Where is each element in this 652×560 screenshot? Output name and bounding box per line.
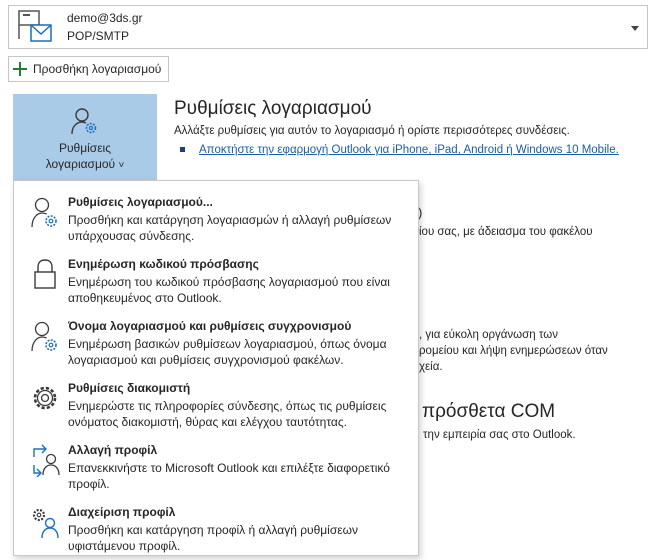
person-gear-icon bbox=[31, 197, 57, 228]
menu-item-desc: Επανεκκινήστε το Microsoft Outlook και ε… bbox=[68, 461, 390, 491]
mobile-app-link[interactable]: Αποκτήστε την εφαρμογή Outlook για iPhon… bbox=[199, 144, 619, 156]
account-type: POP/SMTP bbox=[67, 29, 130, 43]
plus-icon bbox=[13, 62, 27, 76]
menu-item-desc: Ενημέρωση του κωδικού πρόσβασης λογαριασ… bbox=[68, 275, 390, 305]
email-account-icon bbox=[17, 9, 53, 45]
bg-text-3: , για εύκολη οργάνωση των bbox=[419, 329, 558, 341]
section-title: Ρυθμίσεις λογαριασμού bbox=[174, 98, 372, 119]
gear-icon bbox=[33, 386, 57, 410]
add-account-label: Προσθήκη λογαριασμού bbox=[33, 62, 162, 76]
menu-item-title: Ρυθμίσεις διακομιστή bbox=[68, 381, 191, 395]
account-settings-line2: λογαριασμού bbox=[45, 157, 116, 171]
menu-item-desc: Προσθήκη και κατάργηση λογαριασμών ή αλλ… bbox=[68, 213, 392, 243]
manage-profile-icon bbox=[32, 508, 59, 539]
menu-item-change-profile[interactable]: Αλλαγή προφίλ Επανεκκινήστε το Microsoft… bbox=[14, 433, 418, 495]
account-settings-button[interactable]: Ρυθμίσεις λογαριασμού ˅ bbox=[13, 94, 157, 180]
lock-icon bbox=[34, 259, 56, 289]
person-gear-icon bbox=[31, 321, 57, 352]
chevron-down-icon[interactable] bbox=[631, 26, 639, 31]
bg-heading-com: πρόσθετα COM bbox=[422, 401, 556, 422]
menu-item-account-settings[interactable]: Ρυθμίσεις λογαριασμού... Προσθήκη και κα… bbox=[14, 185, 418, 247]
add-account-button[interactable]: Προσθήκη λογαριασμού bbox=[8, 56, 170, 82]
menu-item-title: Όνομα λογαριασμού και ρυθμίσεις συγχρονι… bbox=[68, 319, 352, 333]
menu-item-account-name-sync[interactable]: Όνομα λογαριασμού και ρυθμίσεις συγχρονι… bbox=[14, 309, 418, 371]
bg-text-2: ίου σας, με άδειασμα του φακέλου bbox=[419, 226, 593, 238]
menu-item-desc: Ενημέρωση βασικών ρυθμίσεων λογαριασμού,… bbox=[68, 337, 387, 367]
menu-item-title: Διαχείριση προφίλ bbox=[68, 505, 176, 519]
bg-text-4: ρομείου και λήψη ενημερώσεων όταν bbox=[419, 345, 608, 357]
account-settings-menu: Ρυθμίσεις λογαριασμού... Προσθήκη και κα… bbox=[13, 180, 419, 556]
account-email: demo@3ds.gr bbox=[67, 11, 143, 25]
menu-item-server-settings[interactable]: Ρυθμίσεις διακομιστή Ενημερώστε τις πληρ… bbox=[14, 371, 418, 433]
menu-item-desc: Προσθήκη και κατάργηση προφίλ ή αλλαγή ρ… bbox=[68, 523, 358, 553]
menu-item-update-password[interactable]: Ενημέρωση κωδικού πρόσβασης Ενημέρωση το… bbox=[14, 247, 418, 309]
menu-item-title: Αλλαγή προφίλ bbox=[68, 443, 158, 457]
bg-text-7: την εμπειρία σας στο Outlook. bbox=[423, 429, 576, 441]
section-description: Αλλάξτε ρυθμίσεις για αυτόν το λογαριασμ… bbox=[174, 125, 570, 137]
switch-profile-icon bbox=[33, 444, 60, 477]
chevron-down-icon: ˅ bbox=[118, 160, 125, 171]
account-selector[interactable]: demo@3ds.gr POP/SMTP bbox=[8, 5, 648, 49]
account-settings-line1: Ρυθμίσεις bbox=[58, 141, 111, 155]
bg-text-5: χεία. bbox=[419, 361, 443, 373]
menu-item-manage-profiles[interactable]: Διαχείριση προφίλ Προσθήκη και κατάργηση… bbox=[14, 495, 418, 557]
menu-item-title: Ρυθμίσεις λογαριασμού... bbox=[68, 195, 213, 209]
menu-item-title: Ενημέρωση κωδικού πρόσβασης bbox=[68, 257, 259, 271]
bullet-icon bbox=[180, 147, 185, 152]
person-gear-icon bbox=[71, 108, 97, 135]
menu-item-desc: Ενημερώστε τις πληροφορίες σύνδεσης, όπω… bbox=[68, 399, 387, 429]
